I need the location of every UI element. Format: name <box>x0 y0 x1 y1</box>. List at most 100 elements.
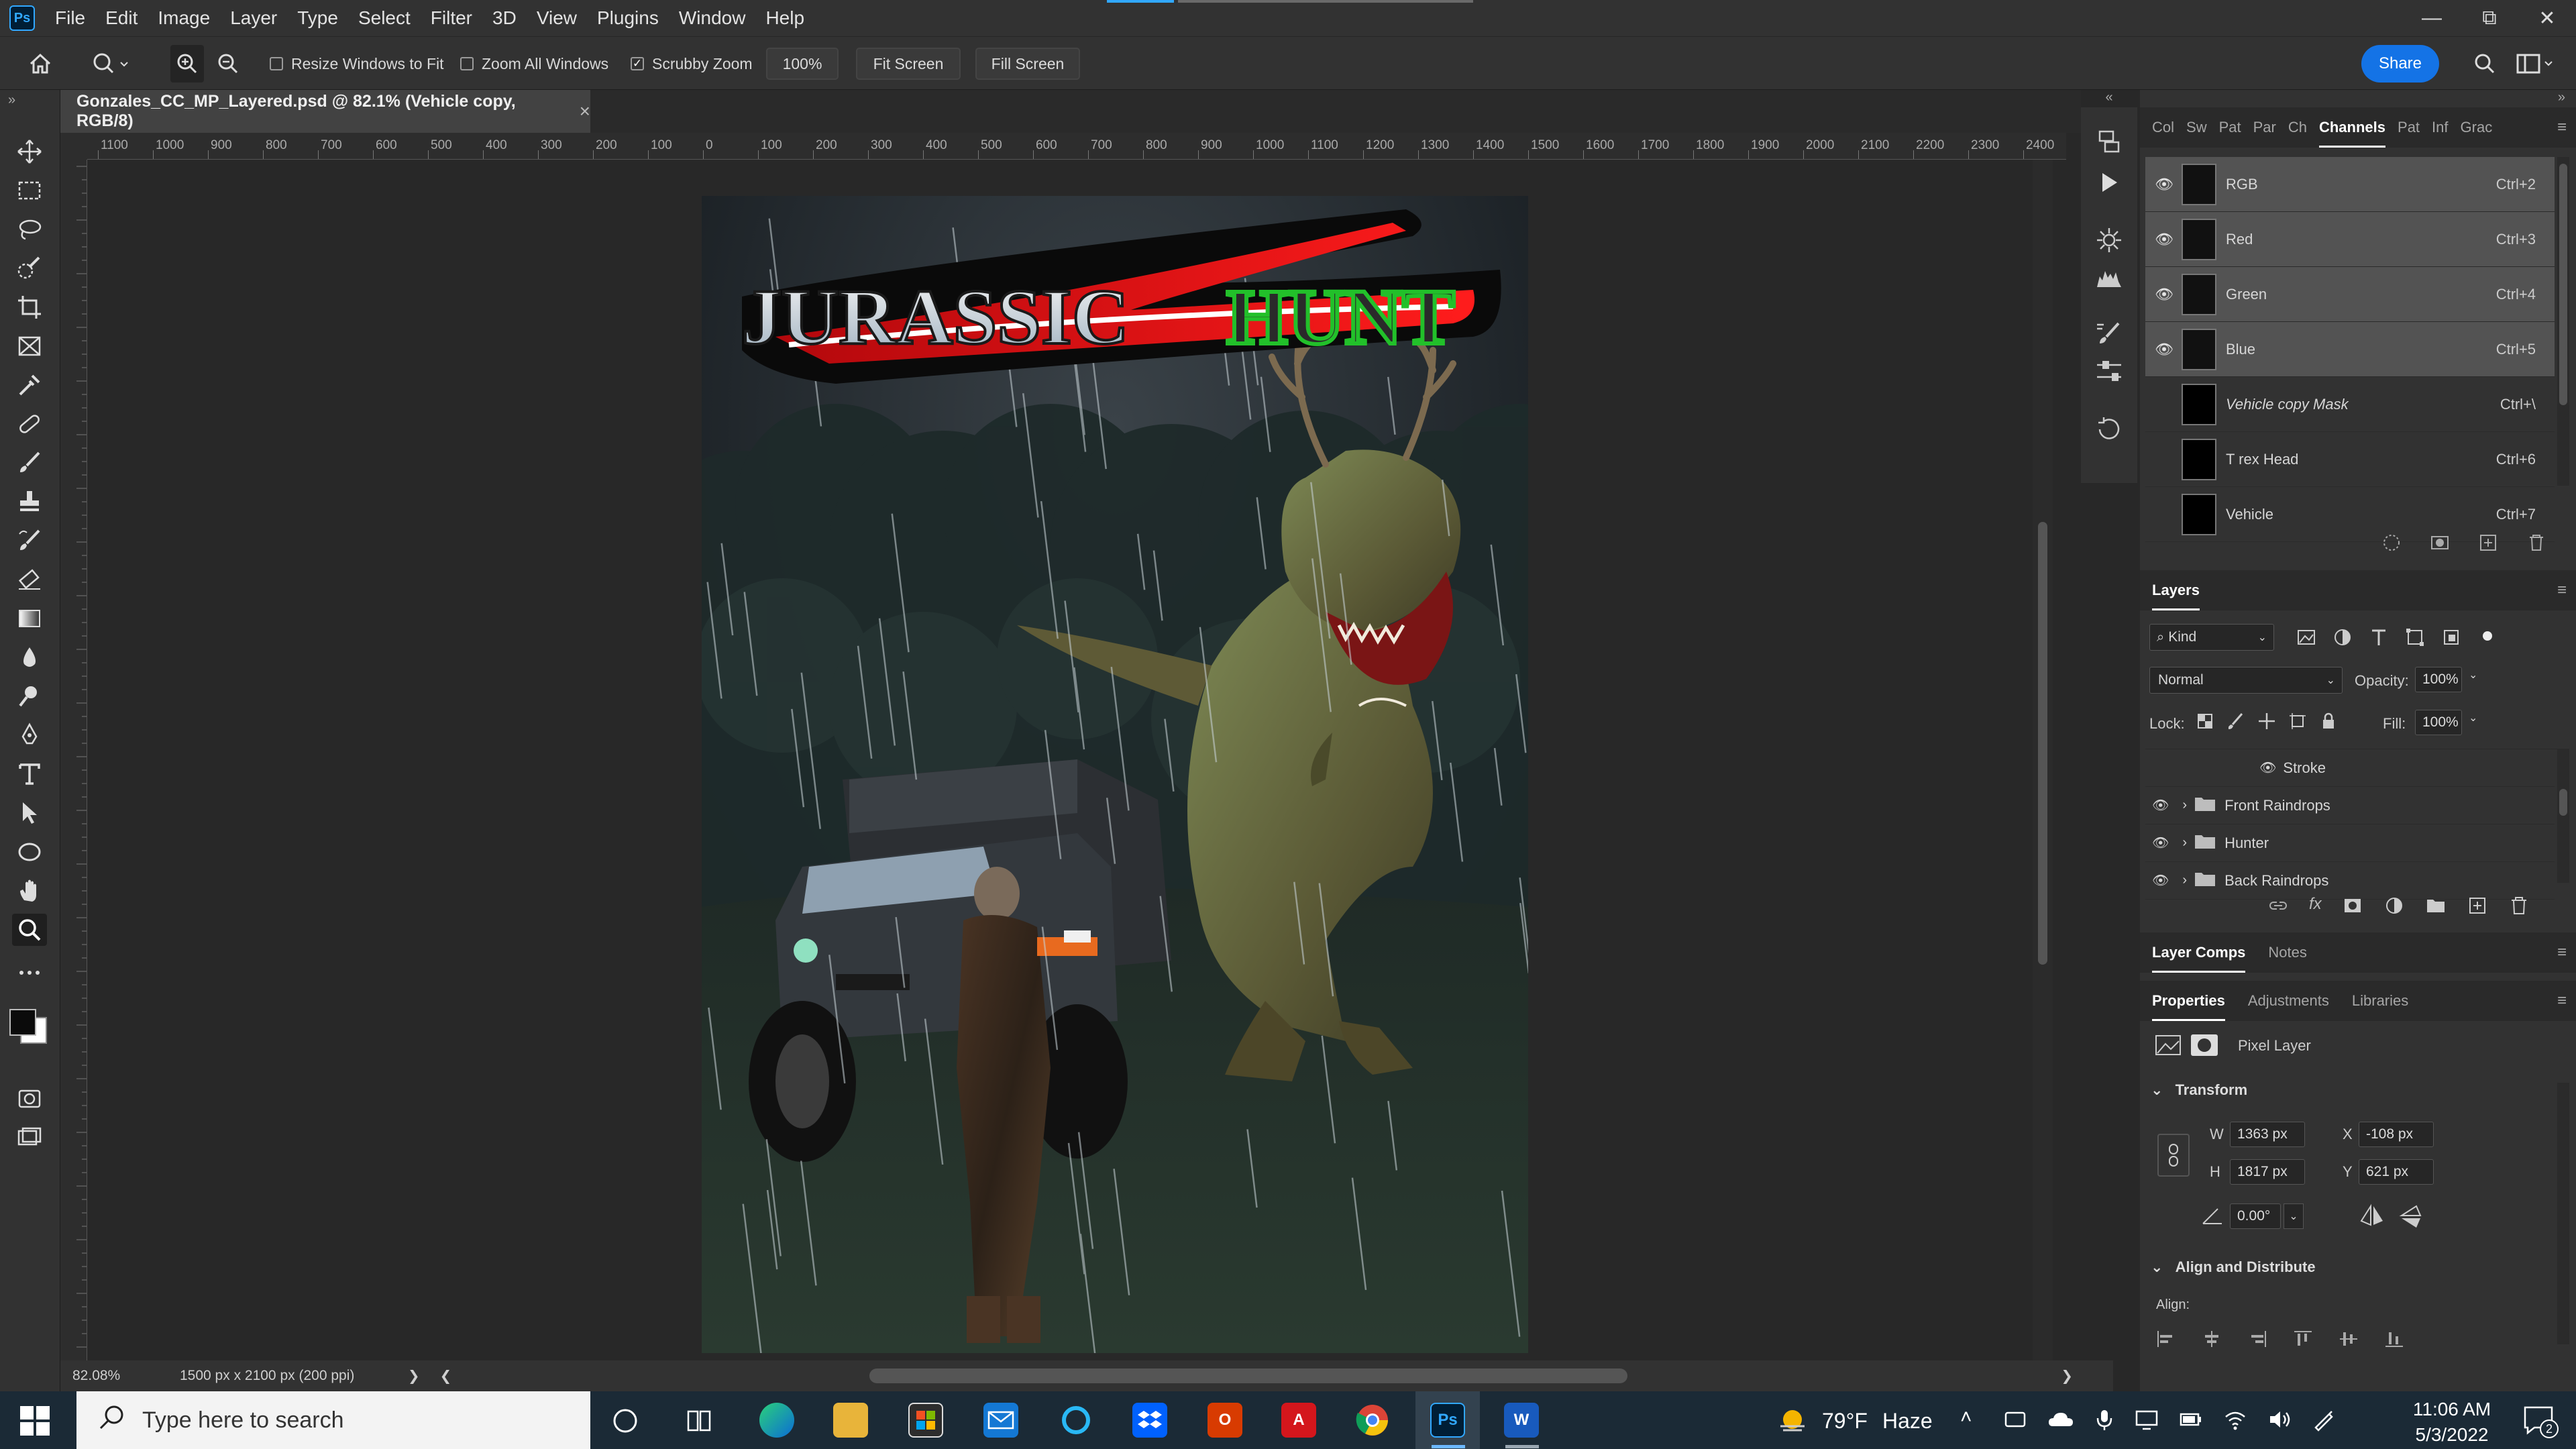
horizontal-ruler[interactable]: 1100 1000 900 800 700 600 500 400 300 200 100 0 100 2… <box>87 133 2066 160</box>
smart-object-filter-icon[interactable] <box>2440 627 2462 648</box>
learn-panel-icon[interactable] <box>2094 415 2124 449</box>
menu-file[interactable]: File <box>55 7 85 29</box>
checkbox-checked-icon[interactable]: ✓ <box>631 57 644 70</box>
microsoft-store-icon[interactable] <box>908 1403 943 1438</box>
properties-scrollbar[interactable] <box>2557 1083 2569 1344</box>
history-brush-tool-icon[interactable] <box>12 525 47 557</box>
zoom-tool-icon[interactable] <box>12 914 47 946</box>
word-taskbar-icon[interactable]: W <box>1504 1403 1539 1438</box>
search-icon[interactable] <box>2473 37 2497 91</box>
brush-tool-icon[interactable] <box>12 447 47 479</box>
scroll-left-icon[interactable]: ❮ <box>440 1368 452 1385</box>
lasso-tool-icon[interactable] <box>12 213 47 246</box>
dropbox-icon[interactable] <box>1132 1403 1167 1438</box>
zoom-in-icon[interactable] <box>170 45 204 83</box>
link-dimensions-icon[interactable] <box>2157 1134 2190 1177</box>
share-button[interactable]: Share <box>2361 45 2439 83</box>
collapse-panels-icon[interactable]: » <box>2558 90 2565 105</box>
eye-icon[interactable]: 👁 <box>2151 231 2178 248</box>
layer-style-fx-icon[interactable]: fx <box>2309 895 2322 916</box>
panel-menu-icon[interactable]: ≡ <box>2557 118 2567 137</box>
close-tab-icon[interactable]: × <box>580 101 590 122</box>
eye-icon[interactable]: 👁 <box>2151 176 2178 193</box>
show-hidden-icons-chevron-up-icon[interactable]: ˄ <box>1960 1406 1972 1429</box>
tab-patterns[interactable]: Pat <box>2219 119 2241 136</box>
y-position-input[interactable]: 621 px <box>2359 1159 2434 1185</box>
brush-settings-icon[interactable] <box>2094 225 2124 260</box>
quick-mask-icon[interactable] <box>12 1083 47 1115</box>
align-left-icon[interactable] <box>2156 1330 2176 1348</box>
channel-row-red[interactable]: 👁 Red Ctrl+3 <box>2145 212 2555 267</box>
horizontal-scroll-thumb[interactable] <box>869 1368 1627 1383</box>
tab-adjustments[interactable]: Adjustments <box>2248 992 2329 1010</box>
histogram-icon[interactable] <box>2094 263 2124 297</box>
align-right-icon[interactable] <box>2247 1330 2267 1348</box>
menu-plugins[interactable]: Plugins <box>597 7 659 29</box>
history-panel-icon[interactable] <box>2094 127 2124 162</box>
tab-layers[interactable]: Layers <box>2152 570 2200 610</box>
file-explorer-icon[interactable] <box>833 1403 868 1438</box>
screen-mode-icon[interactable] <box>12 1122 47 1154</box>
marquee-tool-icon[interactable] <box>12 174 47 207</box>
delete-layer-icon[interactable] <box>2508 895 2530 916</box>
chevron-down-icon[interactable]: ⌄ <box>2469 668 2477 682</box>
restore-button[interactable]: ⧉ <box>2461 7 2518 30</box>
mail-icon[interactable] <box>983 1403 1018 1438</box>
menu-help[interactable]: Help <box>765 7 804 29</box>
layer-group-front-raindrops[interactable]: 👁 › Front Raindrops <box>2145 787 2555 824</box>
clock[interactable]: 11:06 AM 5/3/2022 <box>2388 1397 2516 1448</box>
frame-tool-icon[interactable] <box>12 330 47 362</box>
chevron-right-icon[interactable]: › <box>2182 798 2187 813</box>
eyedropper-tool-icon[interactable] <box>12 369 47 401</box>
opacity-input[interactable]: 100% <box>2415 667 2462 692</box>
delete-channel-icon[interactable] <box>2526 533 2546 553</box>
zoom-level-readout[interactable]: 82.08% <box>72 1368 173 1384</box>
scrubby-zoom-checkbox[interactable]: ✓ Scrubby Zoom <box>631 37 753 91</box>
align-section-header[interactable]: ⌄ Align and Distribute <box>2151 1258 2316 1276</box>
blend-mode-select[interactable]: Normal ⌄ <box>2149 667 2343 694</box>
menu-window[interactable]: Window <box>679 7 746 29</box>
tab-paragraph[interactable]: Par <box>2253 119 2276 136</box>
healing-brush-tool-icon[interactable] <box>12 408 47 440</box>
channel-row-green[interactable]: 👁 Green Ctrl+4 <box>2145 267 2555 322</box>
lock-position-icon[interactable] <box>2257 711 2277 731</box>
dodge-tool-icon[interactable] <box>12 680 47 712</box>
move-tool-icon[interactable] <box>12 136 47 168</box>
align-top-icon[interactable] <box>2293 1330 2313 1348</box>
eye-icon[interactable]: 👁 <box>2152 797 2169 814</box>
flip-vertical-icon[interactable] <box>2399 1203 2423 1235</box>
tab-color[interactable]: Col <box>2152 119 2174 136</box>
x-position-input[interactable]: -108 px <box>2359 1122 2434 1147</box>
tab-info[interactable]: Inf <box>2432 119 2448 136</box>
pen-tool-icon[interactable] <box>12 719 47 751</box>
align-vertical-center-icon[interactable] <box>2339 1330 2359 1348</box>
cortana-ring-icon[interactable] <box>1059 1403 1093 1438</box>
add-mask-icon[interactable] <box>2342 895 2363 916</box>
zoom-100-button[interactable]: 100% <box>766 48 839 80</box>
zoom-out-icon[interactable] <box>216 37 240 91</box>
layers-scroll-thumb[interactable] <box>2559 789 2567 816</box>
windows-start-icon[interactable] <box>20 1406 50 1440</box>
tab-notes[interactable]: Notes <box>2268 944 2306 961</box>
channel-row-rgb[interactable]: 👁 RGB Ctrl+2 <box>2145 157 2555 212</box>
tab-layer-comps[interactable]: Layer Comps <box>2152 932 2246 973</box>
color-swatches[interactable] <box>8 1002 52 1049</box>
adjustment-filter-icon[interactable] <box>2332 627 2353 648</box>
pen-workspace-icon[interactable] <box>2312 1407 2336 1432</box>
load-selection-icon[interactable] <box>2381 533 2402 553</box>
home-icon[interactable] <box>27 37 54 91</box>
hand-tool-icon[interactable] <box>12 875 47 907</box>
volume-icon[interactable] <box>2267 1407 2292 1432</box>
path-selection-tool-icon[interactable] <box>12 797 47 829</box>
close-window-button[interactable]: ✕ <box>2518 7 2576 30</box>
clone-stamp-tool-icon[interactable] <box>12 486 47 518</box>
weather-temperature[interactable]: 79°F <box>1822 1409 1868 1434</box>
filter-toggle-icon[interactable] <box>2477 627 2498 648</box>
display-icon[interactable] <box>2135 1407 2159 1432</box>
panel-menu-icon[interactable]: ≡ <box>2557 581 2567 600</box>
chrome-icon[interactable] <box>1355 1403 1390 1438</box>
vertical-ruler[interactable] <box>60 160 87 1360</box>
tab-paths[interactable]: Pat <box>2398 119 2420 136</box>
photoshop-logo-icon[interactable]: Ps <box>9 5 35 31</box>
transform-section-header[interactable]: ⌄ Transform <box>2151 1081 2247 1099</box>
